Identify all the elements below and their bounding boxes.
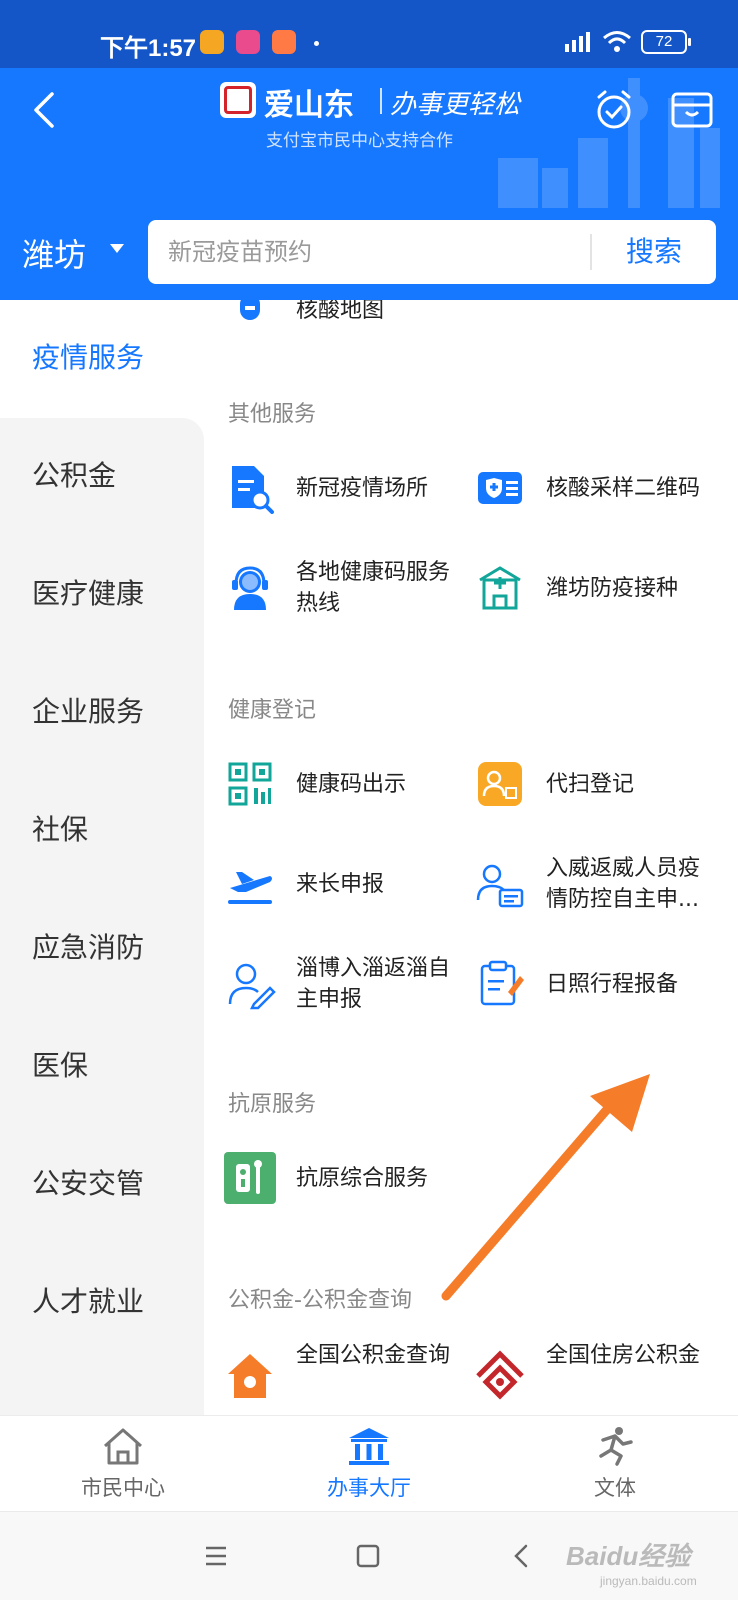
city-selector[interactable]: 潍坊 (22, 230, 86, 276)
house-icon (228, 1354, 272, 1398)
service-item[interactable]: 健康码出示 (204, 744, 454, 824)
category-sidebar: 疫情服务 公积金 医疗健康 企业服务 社保 应急消防 医保 公安交管 人才就业 (0, 300, 204, 1415)
service-label: 日照行程报备 (546, 971, 679, 997)
person-card-icon (476, 864, 524, 908)
service-item[interactable]: 日照行程报备 (454, 944, 704, 1024)
logo-title: 爱山东 (264, 88, 354, 123)
service-label: 淄博入淄返淄自主申报 (296, 956, 451, 1012)
customer-service-icon (232, 566, 268, 610)
back-arrow-icon[interactable] (24, 88, 68, 132)
aishandong-logo (220, 82, 256, 118)
app-notification-icon (236, 30, 260, 54)
hospital-icon (479, 566, 521, 610)
government-hall-icon (349, 1428, 389, 1465)
service-item[interactable]: 新冠疫情场所 (204, 448, 454, 528)
sidebar-item-medical-insurance[interactable]: 医保 (32, 1044, 88, 1084)
wallet-icon[interactable] (670, 90, 714, 130)
service-item[interactable]: 抗原综合服务 (204, 1138, 454, 1218)
sidebar-item-employment[interactable]: 人才就业 (32, 1280, 144, 1320)
menu-icon[interactable] (194, 1534, 238, 1578)
service-item[interactable]: 全国公积金查询 (204, 1334, 454, 1415)
qr-code-icon (228, 762, 272, 806)
document-search-icon (232, 466, 274, 514)
airplane-icon (228, 872, 272, 904)
more-notifications-dot-icon (314, 41, 319, 46)
back-icon[interactable] (500, 1534, 544, 1578)
service-item[interactable]: 代扫登记 (454, 744, 704, 824)
search-input[interactable] (168, 220, 588, 284)
alarm-check-icon[interactable] (592, 88, 636, 132)
service-label: 核酸采样二维码 (546, 475, 701, 501)
sidebar-item-epidemic[interactable]: 疫情服务 (32, 336, 144, 376)
service-label: 核酸地图 (296, 300, 385, 323)
antigen-test-icon (224, 1152, 276, 1204)
map-pin-icon (240, 300, 260, 320)
sidebar-item-medical[interactable]: 医疗健康 (32, 572, 144, 612)
sidebar-curve (0, 418, 204, 448)
app-screen: 下午1:57 72 爱山东 办事更轻松 支付宝市民中心支持合作 潍坊 新冠疫苗预… (0, 0, 738, 1600)
tab-citizen-center[interactable]: 市民中心 (0, 1416, 246, 1512)
caret-down-icon[interactable] (110, 244, 124, 253)
medical-card-icon (478, 472, 522, 504)
logo-subtitle: 支付宝市民中心支持合作 (266, 131, 453, 151)
tab-label: 文体 (594, 1476, 636, 1500)
sidebar-item-social-security[interactable]: 社保 (32, 808, 88, 848)
service-item[interactable]: 各地健康码服务热线 (204, 548, 454, 628)
service-item[interactable]: 核酸采样二维码 (454, 448, 704, 528)
signal-icon (565, 32, 590, 52)
service-item[interactable]: 来长申报 (204, 844, 454, 924)
service-label: 抗原综合服务 (296, 1165, 429, 1191)
search-bar: 搜索 (148, 220, 716, 284)
tab-service-hall[interactable]: 办事大厅 (246, 1416, 492, 1512)
section-title: 健康登记 (228, 698, 317, 723)
service-item[interactable]: 淄博入淄返淄自主申报 (204, 944, 454, 1024)
service-list: 核酸地图 其他服务 新冠疫情场所 核酸采样二维码 各地健康码服务热线 潍坊防疫接… (204, 300, 738, 1415)
service-item[interactable]: 全国住房公积金 (454, 1334, 704, 1415)
tab-label: 办事大厅 (327, 1476, 411, 1500)
sidebar-item-enterprise[interactable]: 企业服务 (32, 690, 144, 730)
bottom-tab-bar: 市民中心 办事大厅 文体 (0, 1415, 738, 1511)
battery-indicator: 72 (641, 30, 691, 54)
battery-level: 72 (655, 33, 673, 50)
service-label: 健康码出示 (296, 771, 407, 797)
search-button[interactable]: 搜索 (592, 220, 716, 284)
sidebar-item-traffic-police[interactable]: 公安交管 (32, 1162, 144, 1202)
section-title: 抗原服务 (228, 1092, 317, 1117)
sidebar-item-emergency[interactable]: 应急消防 (32, 926, 144, 966)
system-nav-bar: Baidu经验 jingyan.baidu.com (0, 1511, 738, 1600)
home-icon (104, 1428, 142, 1465)
service-label: 代扫登记 (546, 771, 635, 797)
home-square-icon[interactable] (346, 1534, 390, 1578)
service-label: 入威返威人员疫情防控自主申... (546, 856, 701, 912)
tab-label: 市民中心 (81, 1476, 165, 1500)
service-item[interactable]: 入威返威人员疫情防控自主申... (454, 844, 704, 924)
service-label: 来长申报 (296, 871, 385, 897)
person-scan-icon (478, 762, 522, 806)
status-bar: 下午1:57 72 (0, 0, 738, 68)
section-title: 其他服务 (228, 402, 317, 427)
wifi-icon (603, 31, 631, 52)
sidebar-item-housing-fund[interactable]: 公积金 (32, 454, 116, 494)
service-label: 全国住房公积金 (546, 1343, 701, 1368)
service-label: 潍坊防疫接种 (546, 575, 679, 601)
service-label: 各地健康码服务热线 (296, 560, 451, 616)
logo-divider (380, 88, 382, 114)
message-notification-icon (200, 30, 224, 54)
national-housing-icon (476, 1350, 524, 1400)
service-item-partial[interactable]: 核酸地图 (204, 300, 464, 324)
running-person-icon (599, 1427, 633, 1466)
header: 下午1:57 72 爱山东 办事更轻松 支付宝市民中心支持合作 潍坊 新冠疫苗预… (0, 0, 738, 300)
shop-notification-icon (272, 30, 296, 54)
service-label: 新冠疫情场所 (296, 475, 429, 501)
tab-culture-sports[interactable]: 文体 (492, 1416, 738, 1512)
baidu-watermark-url: jingyan.baidu.com (600, 1574, 697, 1588)
service-label: 全国公积金查询 (296, 1343, 451, 1368)
clipboard-edit-icon (480, 960, 524, 1006)
status-time: 下午1:57 (100, 35, 197, 62)
service-item[interactable]: 潍坊防疫接种 (454, 548, 704, 628)
section-title: 公积金-公积金查询 (228, 1288, 412, 1313)
person-edit-icon (228, 963, 276, 1010)
baidu-watermark: Baidu经验 (566, 1541, 691, 1571)
logo-slogan: 办事更轻松 (390, 90, 521, 120)
